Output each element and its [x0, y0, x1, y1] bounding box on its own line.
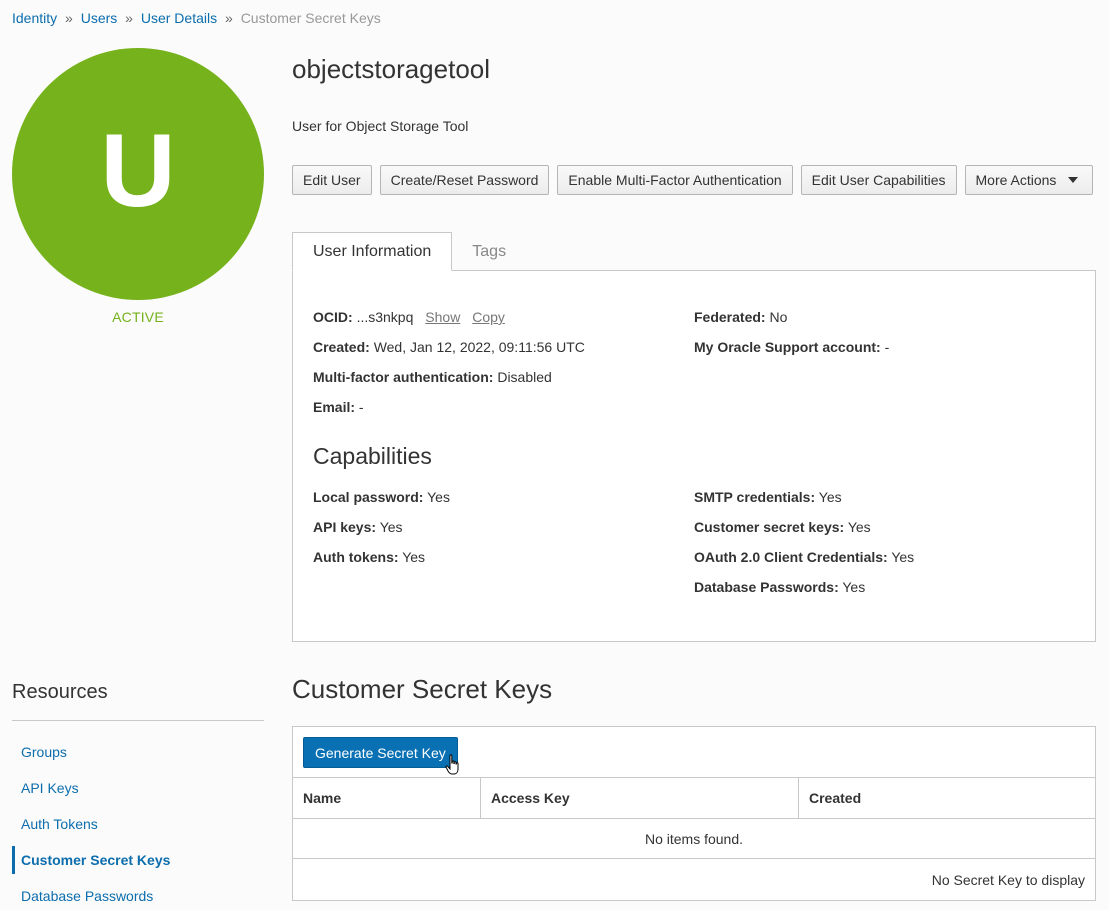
- email-label: Email:: [313, 399, 356, 415]
- page-title: objectstoragetool: [292, 54, 491, 84]
- db-passwords-label: Database Passwords:: [694, 579, 839, 595]
- federated-label: Federated:: [694, 309, 766, 325]
- breadcrumb-users[interactable]: Users: [81, 10, 118, 26]
- capabilities-title: Capabilities: [313, 443, 432, 469]
- email-value: -: [358, 399, 364, 415]
- table-header: Name Access Key Created: [293, 777, 1095, 819]
- federated-field: Federated: No: [694, 309, 787, 325]
- auth-tokens-field: Auth tokens: Yes: [313, 549, 425, 565]
- tab-user-information[interactable]: User Information: [292, 232, 453, 271]
- api-keys-label: API keys:: [313, 519, 377, 535]
- ocid-label: OCID:: [313, 309, 353, 325]
- more-actions-button[interactable]: More Actions: [964, 165, 1094, 195]
- smtp-value: Yes: [818, 489, 842, 505]
- breadcrumb-identity[interactable]: Identity: [12, 10, 57, 26]
- edit-user-button[interactable]: Edit User: [292, 165, 372, 195]
- empty-table-message: No items found.: [293, 819, 1095, 859]
- resources-divider: [12, 720, 264, 721]
- auth-tokens-value: Yes: [402, 549, 426, 565]
- local-password-field: Local password: Yes: [313, 489, 450, 505]
- ocid-show-link[interactable]: Show: [425, 309, 460, 325]
- created-field: Created: Wed, Jan 12, 2022, 09:11:56 UTC: [313, 339, 585, 355]
- secret-keys-table-container: Generate Secret Key Name Access Key Crea…: [292, 726, 1096, 901]
- column-header-name[interactable]: Name: [293, 778, 480, 818]
- reset-password-button[interactable]: Create/Reset Password: [379, 165, 550, 195]
- mfa-value: Disabled: [497, 369, 552, 385]
- ocid-copy-link[interactable]: Copy: [472, 309, 505, 325]
- auth-tokens-label: Auth tokens:: [313, 549, 399, 565]
- sidebar-item-customer-secret-keys[interactable]: Customer Secret Keys: [12, 846, 264, 874]
- secret-keys-title: Customer Secret Keys: [292, 674, 553, 704]
- api-keys-field: API keys: Yes: [313, 519, 403, 535]
- local-password-value: Yes: [427, 489, 450, 505]
- federated-value: No: [769, 309, 788, 325]
- ocid-field: OCID: ...s3nkpq Show Copy: [313, 309, 505, 325]
- more-actions-label: More Actions: [975, 172, 1057, 188]
- support-account-label: My Oracle Support account:: [694, 339, 881, 355]
- status-badge: ACTIVE: [112, 309, 164, 325]
- mfa-field: Multi-factor authentication: Disabled: [313, 369, 552, 385]
- oauth-label: OAuth 2.0 Client Credentials:: [694, 549, 888, 565]
- secret-keys-capability-label: Customer secret keys:: [694, 519, 845, 535]
- smtp-label: SMTP credentials:: [694, 489, 816, 505]
- support-account-value: -: [884, 339, 890, 355]
- enable-mfa-button[interactable]: Enable Multi-Factor Authentication: [557, 165, 793, 195]
- ocid-value: ...s3nkpq: [356, 309, 414, 325]
- action-bar: Edit User Create/Reset Password Enable M…: [292, 165, 1094, 195]
- user-description: User for Object Storage Tool: [292, 118, 469, 134]
- secret-keys-capability-field: Customer secret keys: Yes: [694, 519, 871, 535]
- breadcrumb-current: Customer Secret Keys: [240, 10, 381, 26]
- api-keys-value: Yes: [379, 519, 403, 535]
- smtp-field: SMTP credentials: Yes: [694, 489, 842, 505]
- table-footer-note: No Secret Key to display: [931, 872, 1085, 888]
- breadcrumb-separator: »: [225, 10, 233, 26]
- column-header-access-key[interactable]: Access Key: [480, 778, 798, 818]
- hand-pointer-icon: [445, 754, 459, 775]
- tab-bar: User Information Tags: [292, 232, 526, 271]
- tab-tags[interactable]: Tags: [452, 232, 526, 271]
- sidebar-item-auth-tokens[interactable]: Auth Tokens: [12, 810, 264, 838]
- oauth-value: Yes: [891, 549, 915, 565]
- generate-secret-key-button[interactable]: Generate Secret Key: [303, 737, 458, 768]
- email-field: Email: -: [313, 399, 364, 415]
- user-information-panel: OCID: ...s3nkpq Show Copy Created: Wed, …: [292, 270, 1096, 642]
- created-value: Wed, Jan 12, 2022, 09:11:56 UTC: [373, 339, 585, 355]
- avatar: U: [12, 48, 264, 300]
- edit-capabilities-button[interactable]: Edit User Capabilities: [800, 165, 957, 195]
- oauth-field: OAuth 2.0 Client Credentials: Yes: [694, 549, 914, 565]
- sidebar-item-api-keys[interactable]: API Keys: [12, 774, 264, 802]
- column-header-created[interactable]: Created: [798, 778, 1095, 818]
- local-password-label: Local password:: [313, 489, 424, 505]
- db-passwords-field: Database Passwords: Yes: [694, 579, 865, 595]
- breadcrumb-separator: »: [125, 10, 133, 26]
- support-account-field: My Oracle Support account: -: [694, 339, 889, 355]
- breadcrumb-user-details[interactable]: User Details: [141, 10, 217, 26]
- caret-down-icon: [1068, 177, 1079, 183]
- breadcrumb-separator: »: [65, 10, 73, 26]
- db-passwords-value: Yes: [842, 579, 866, 595]
- mfa-label: Multi-factor authentication:: [313, 369, 494, 385]
- secret-keys-capability-value: Yes: [847, 519, 871, 535]
- created-label: Created:: [313, 339, 370, 355]
- avatar-letter: U: [100, 113, 176, 229]
- sidebar-item-groups[interactable]: Groups: [12, 738, 264, 766]
- resources-title: Resources: [12, 681, 108, 703]
- breadcrumb: Identity » Users » User Details » Custom…: [12, 10, 381, 26]
- sidebar-item-database-passwords[interactable]: Database Passwords: [12, 882, 264, 910]
